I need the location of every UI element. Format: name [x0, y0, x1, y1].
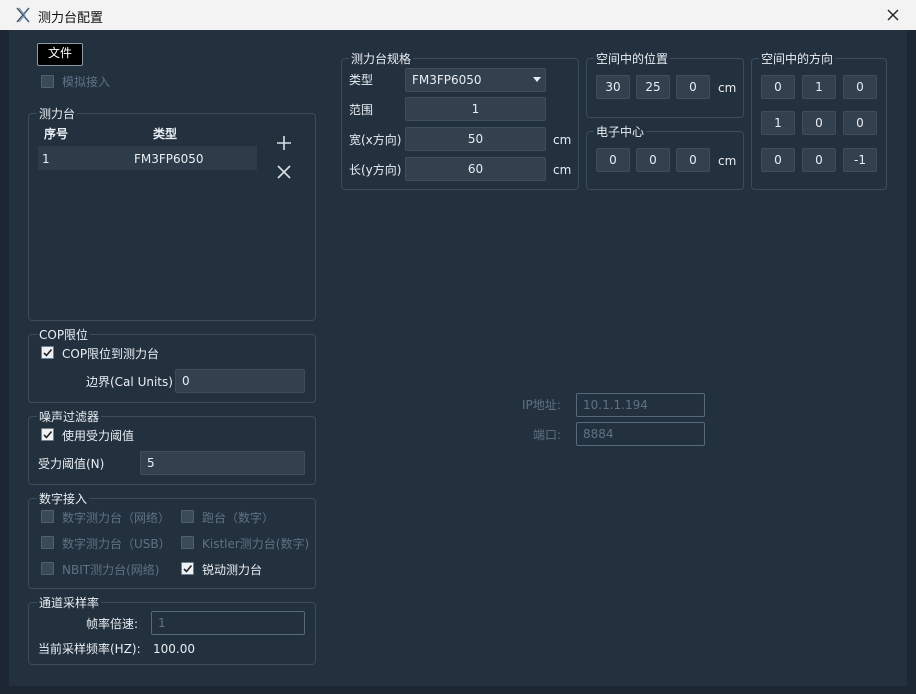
ruidong-checkbox[interactable] [181, 562, 194, 575]
center-y-input[interactable]: 0 [636, 148, 670, 172]
check-icon [43, 430, 53, 439]
row-type: FM3FP6050 [134, 152, 204, 166]
treadmill-digital-checkbox[interactable] [181, 510, 194, 523]
width-unit: cm [553, 133, 572, 147]
platform-spec-title: 测力台规格 [349, 52, 414, 66]
simulate-access-label: 模拟接入 [62, 75, 111, 89]
orientation-m21[interactable]: 1 [761, 111, 795, 135]
position-x-input[interactable]: 30 [596, 75, 630, 99]
noise-filter-title: 噪声过滤器 [37, 410, 102, 424]
position-title: 空间中的位置 [594, 52, 671, 66]
close-icon[interactable] [884, 6, 902, 24]
port-label: 端口: [533, 428, 562, 442]
orientation-m13[interactable]: 0 [843, 75, 877, 99]
port-input[interactable]: 8884 [576, 422, 705, 446]
position-z-input[interactable]: 0 [676, 75, 710, 99]
orientation-m32[interactable]: 0 [802, 148, 836, 172]
check-icon [43, 348, 53, 357]
center-z-input[interactable]: 0 [676, 148, 710, 172]
use-threshold-label: 使用受力阈值 [62, 429, 135, 443]
ruidong-label: 锐动测力台 [202, 563, 263, 577]
chevron-down-icon [533, 77, 541, 82]
cop-limit-label: COP限位到测力台 [62, 347, 160, 361]
frame-multiplier-input[interactable]: 1 [151, 611, 305, 635]
cop-limit-title: COP限位 [37, 328, 91, 342]
threshold-label: 受力阈值(N) [38, 457, 105, 471]
range-input[interactable]: 1 [405, 97, 546, 121]
sampling-rate-title: 通道采样率 [37, 596, 102, 610]
use-threshold-checkbox[interactable] [41, 428, 54, 441]
row-index: 1 [42, 152, 50, 166]
orientation-m12[interactable]: 1 [802, 75, 836, 99]
digital-usb-checkbox[interactable] [41, 536, 54, 549]
electronic-center-title: 电子中心 [594, 125, 647, 139]
center-x-input[interactable]: 0 [596, 148, 630, 172]
length-label: 长(y方向) [349, 163, 402, 177]
digital-usb-label: 数字测力台（USB） [62, 537, 171, 551]
platform-list-title: 测力台 [37, 107, 78, 121]
ip-input[interactable]: 10.1.1.194 [576, 393, 705, 417]
current-rate-label: 当前采样频率(HZ): [38, 642, 141, 656]
length-input[interactable]: 60 [405, 157, 546, 181]
orientation-m22[interactable]: 0 [802, 111, 836, 135]
digital-network-checkbox[interactable] [41, 510, 54, 523]
orientation-m31[interactable]: 0 [761, 148, 795, 172]
platform-list-group [28, 113, 316, 321]
type-select-value: FM3FP6050 [412, 73, 482, 87]
border-label: 边界(Cal Units) [86, 375, 173, 389]
orientation-m33[interactable]: -1 [843, 148, 877, 172]
check-icon [183, 564, 193, 573]
digital-access-title: 数字接入 [37, 492, 90, 506]
add-platform-icon[interactable] [276, 135, 292, 151]
orientation-m11[interactable]: 0 [761, 75, 795, 99]
type-label: 类型 [349, 73, 374, 87]
ip-label: IP地址: [522, 398, 561, 412]
border-input[interactable]: 0 [175, 369, 305, 393]
treadmill-digital-label: 跑台（数字） [202, 511, 275, 525]
file-button[interactable]: 文件 [37, 43, 83, 66]
position-unit: cm [718, 81, 737, 95]
width-label: 宽(x方向) [349, 133, 402, 147]
orientation-m23[interactable]: 0 [843, 111, 877, 135]
cop-limit-checkbox[interactable] [41, 346, 54, 359]
frame-multiplier-label: 帧率倍速: [86, 617, 139, 631]
position-y-input[interactable]: 25 [636, 75, 670, 99]
remove-platform-icon[interactable] [277, 165, 291, 179]
column-header-index: 序号 [44, 127, 69, 141]
simulate-access-checkbox[interactable] [41, 75, 54, 88]
length-unit: cm [553, 163, 572, 177]
threshold-input[interactable]: 5 [140, 451, 305, 475]
digital-network-label: 数字测力台（网络） [62, 511, 171, 525]
center-unit: cm [718, 154, 737, 168]
orientation-title: 空间中的方向 [759, 52, 836, 66]
type-select[interactable]: FM3FP6050 [405, 68, 546, 92]
title-bar: 测力台配置 [0, 0, 916, 30]
kistler-digital-checkbox[interactable] [181, 536, 194, 549]
column-header-type: 类型 [153, 127, 178, 141]
width-input[interactable]: 50 [405, 127, 546, 151]
range-label: 范围 [349, 103, 374, 117]
window-title: 测力台配置 [38, 11, 104, 26]
app-icon [16, 7, 30, 23]
kistler-digital-label: Kistler测力台(数字) [202, 537, 310, 551]
current-rate-value: 100.00 [153, 642, 195, 656]
nbit-network-label: NBIT测力台(网络) [62, 563, 160, 577]
nbit-network-checkbox[interactable] [41, 562, 54, 575]
